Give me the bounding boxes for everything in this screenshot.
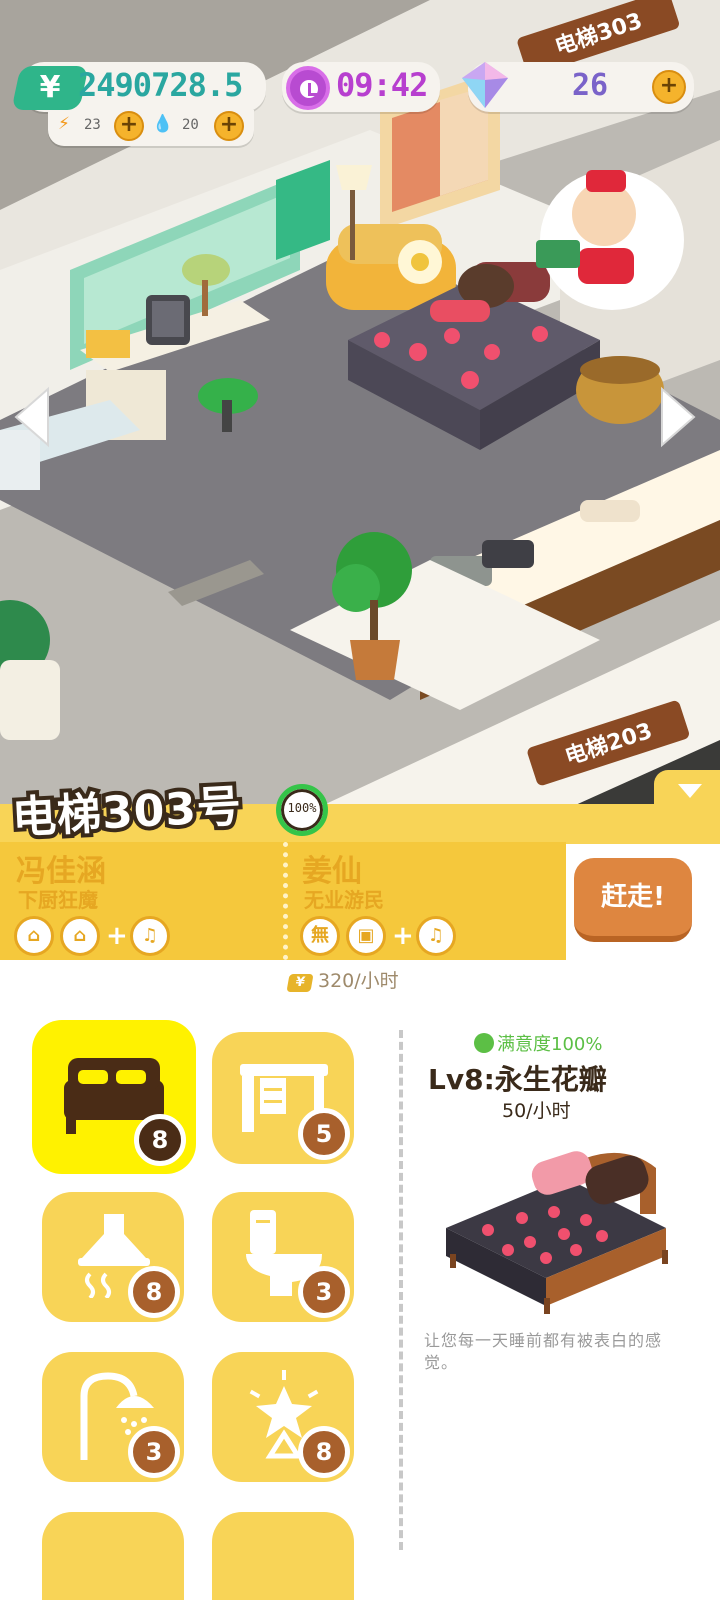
tenant-job: 无业游民 [304,888,384,912]
add-energy-button[interactable]: + [114,111,144,141]
item-description: 让您每一天睡前都有被表白的感觉。 [424,1331,663,1372]
water-value: 20 [182,117,199,133]
furniture-count: 5 [298,1108,350,1160]
room-title: 电梯303号 [7,777,247,848]
wu-icon: 無 [300,916,340,956]
bed-preview-image [446,1151,668,1314]
tenant-strip: 冯佳涵 下厨狂魔 ⌂ ⌂ + ♫ 姜仙 无业游民 無 ▣ + ♫ [0,842,566,960]
occupancy-ring: 100% [276,784,328,836]
gem-value: 26 [571,68,609,103]
add-water-button[interactable]: + [214,111,244,141]
item-rate: 50/小时 [502,1100,571,1122]
smile-icon [474,1033,494,1053]
furniture-more-button[interactable] [42,1512,184,1600]
yuan-icon: ¥ [286,974,314,992]
water-drop-icon: 💧 [152,114,174,134]
basket-icon: ⌂ [60,916,100,956]
furniture-bed-button[interactable]: 8 [32,1020,196,1174]
basket-icon: ⌂ [14,916,54,956]
box-icon: ▣ [346,916,386,956]
furniture-count: 8 [298,1426,350,1478]
music-icon: ♫ [130,916,170,956]
furniture-desk-button[interactable]: 5 [212,1032,354,1164]
arrow-right-icon[interactable] [650,385,702,449]
satisfaction-label: 满意度100% [474,1030,602,1056]
tenant-job: 下厨狂魔 [18,888,98,912]
diamond-icon [462,62,508,108]
arrow-left-icon[interactable] [8,385,60,449]
money-value: 2490728.5 [78,66,243,104]
tenant-card[interactable]: 姜仙 无业游民 無 ▣ + ♫ [286,842,556,960]
occupancy-value: 100% [287,801,317,815]
furniture-more-button[interactable] [212,1512,354,1600]
evict-button[interactable]: 赶走! [574,858,692,942]
furniture-count: 8 [134,1114,186,1166]
furniture-toilet-button[interactable]: 3 [212,1192,354,1322]
chevron-down-icon [678,784,702,798]
furniture-count: 3 [298,1266,350,1318]
room-scene[interactable]: 电梯303 电梯203 ¥ 2490728.5 ⚡ 23 + 💧 20 + 09… [0,0,720,830]
time-value: 09:42 [336,66,428,104]
energy-icon: ⚡ [58,114,70,134]
rent-rate-value: 320/小时 [318,970,399,992]
furniture-range-hood-button[interactable]: 8 [42,1192,184,1322]
item-name: Lv8:永生花瓣 [428,1063,607,1096]
furniture-count: 8 [128,1266,180,1318]
furniture-count: 3 [128,1426,180,1478]
panel-divider [399,1030,403,1550]
rent-rate: ¥320/小时 [286,966,399,993]
clock-icon [286,66,330,110]
add-gems-button[interactable]: + [652,70,686,104]
plus-sign: + [392,921,414,951]
furniture-shower-button[interactable]: 3 [42,1352,184,1482]
energy-value: 23 [84,117,101,133]
tenant-card[interactable]: 冯佳涵 下厨狂魔 ⌂ ⌂ + ♫ [0,842,270,960]
plus-sign: + [106,921,128,951]
furniture-lamp-button[interactable]: 8 [212,1352,354,1482]
music-icon: ♫ [416,916,456,956]
